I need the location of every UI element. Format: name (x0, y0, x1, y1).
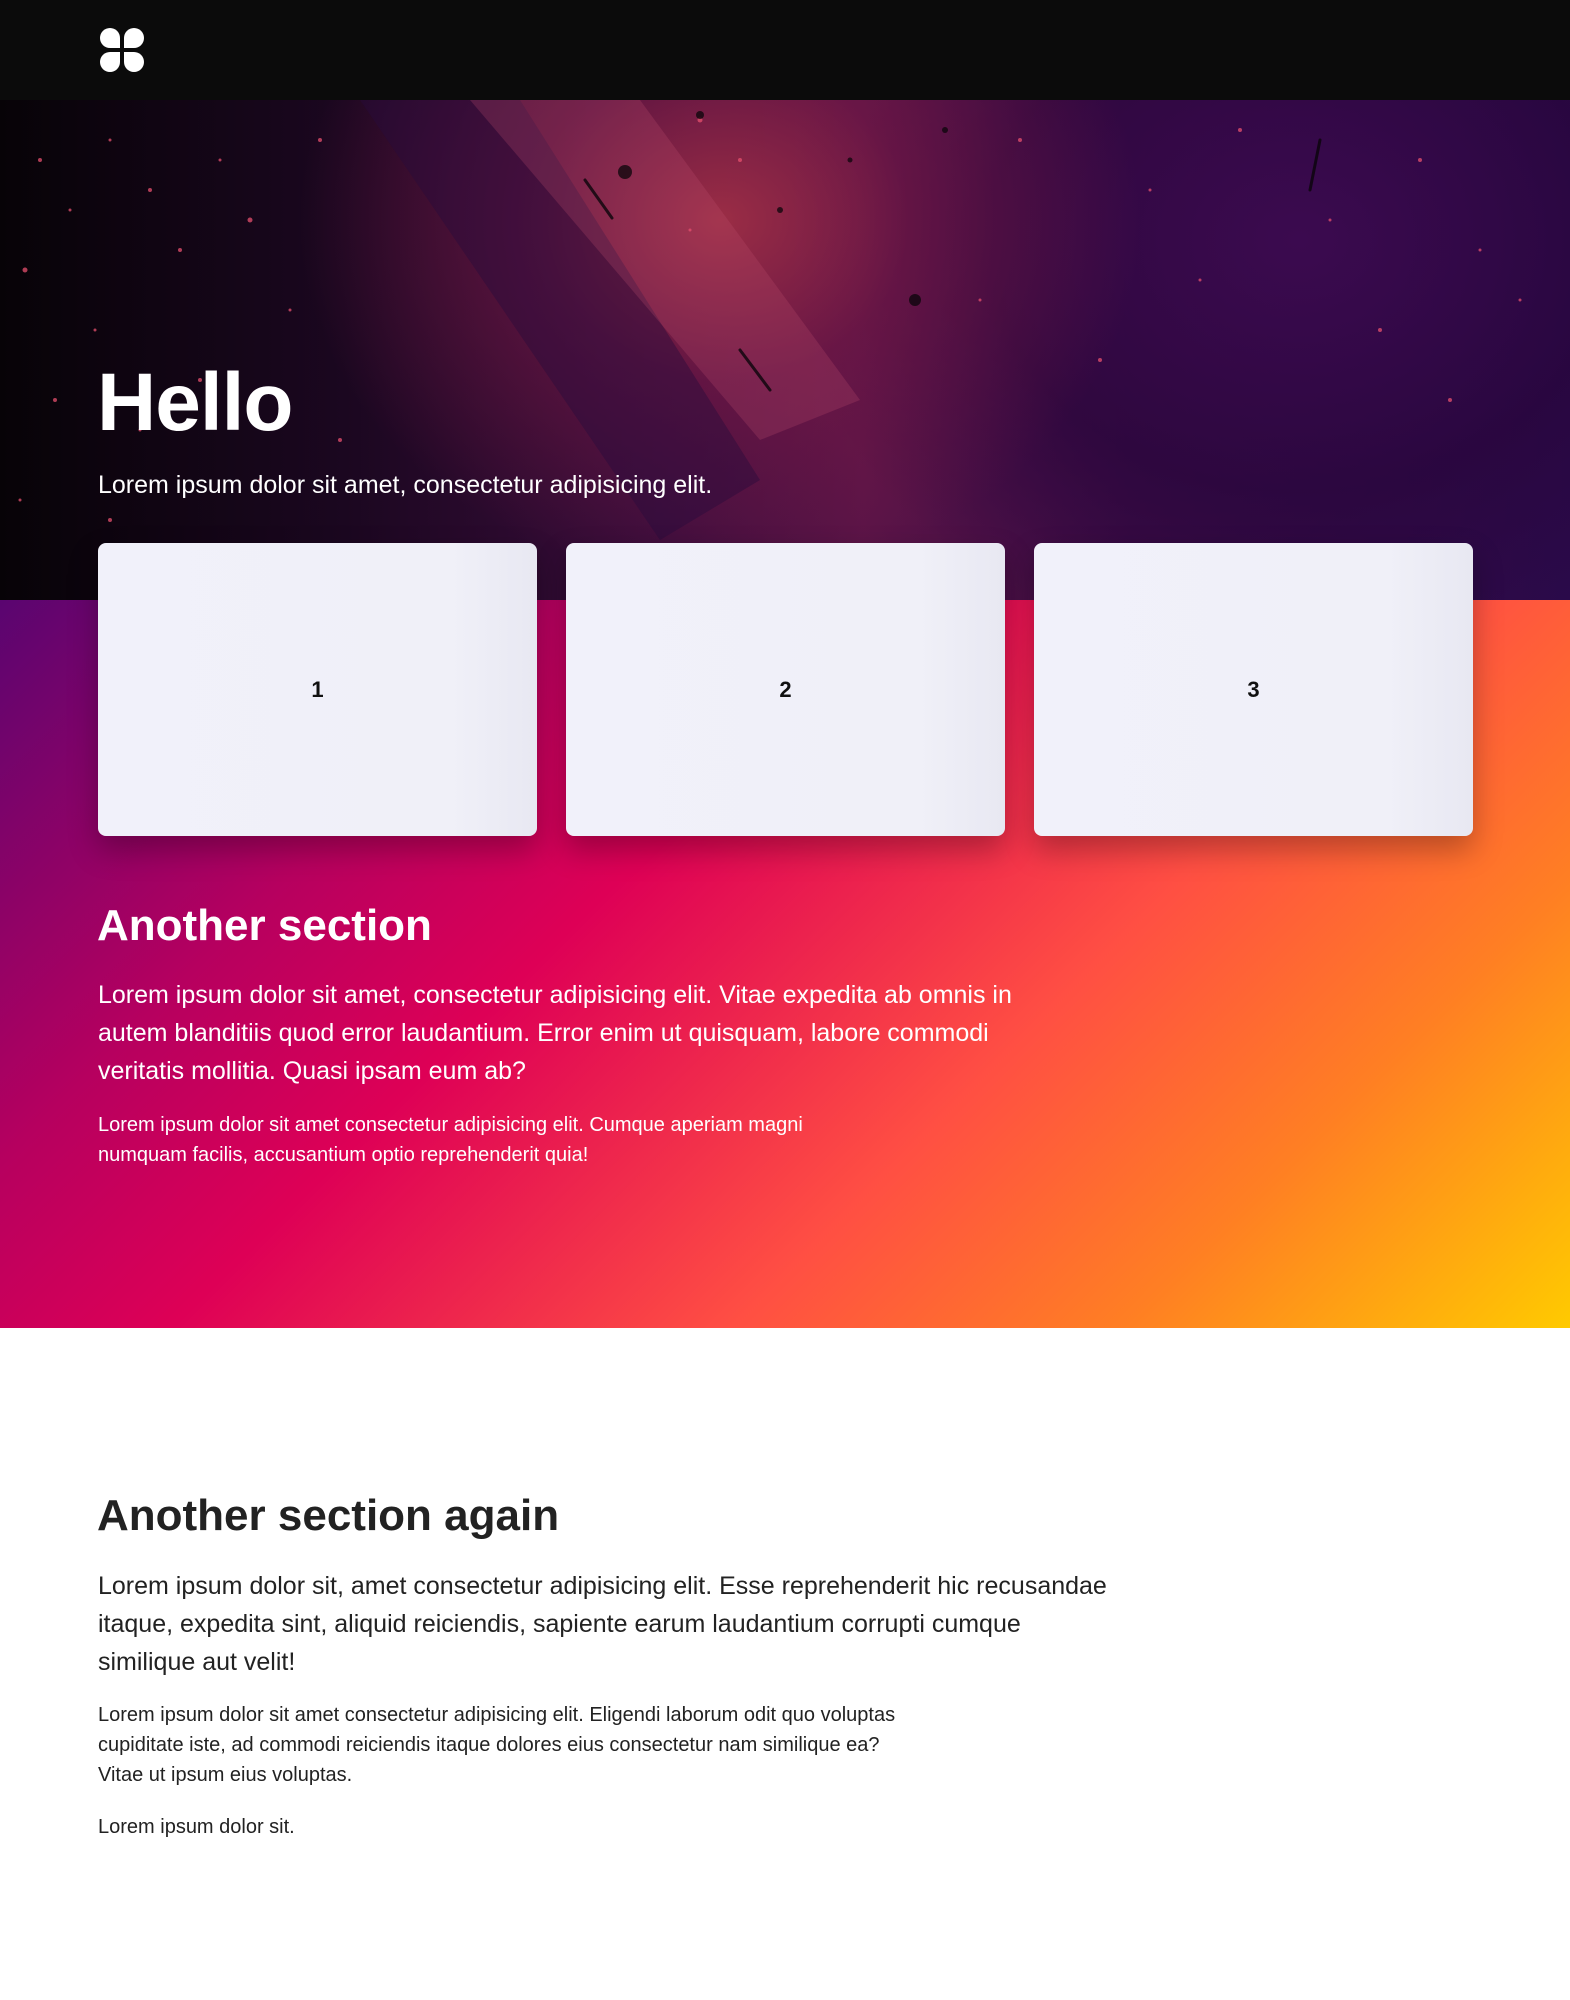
section-one-lead: Lorem ipsum dolor sit amet, consectetur … (98, 981, 1012, 1085)
card-1[interactable]: 1 (98, 543, 537, 836)
card-label: 1 (311, 676, 324, 702)
card-label: 3 (1247, 676, 1260, 702)
section-one-title: Another section (97, 901, 432, 950)
paint-splatter-texture (18, 100, 1522, 540)
hero-subtitle: Lorem ipsum dolor sit amet, consectetur … (98, 471, 713, 499)
card-3[interactable]: 3 (1034, 543, 1473, 836)
hero-title: Hello (97, 357, 293, 448)
section-two-lead: Lorem ipsum dolor sit, amet consectetur … (98, 1572, 1107, 1676)
section-two-tail: Lorem ipsum dolor sit. (98, 1816, 295, 1838)
top-bar (0, 0, 1570, 100)
card-label: 2 (779, 676, 792, 702)
card-2[interactable]: 2 (566, 543, 1005, 836)
section-two-body: Lorem ipsum dolor sit amet consectetur a… (98, 1704, 896, 1786)
section-one-body: Lorem ipsum dolor sit amet consectetur a… (98, 1114, 803, 1166)
section-two-title: Another section again (97, 1491, 560, 1540)
four-petal-logo-icon[interactable] (98, 26, 146, 74)
